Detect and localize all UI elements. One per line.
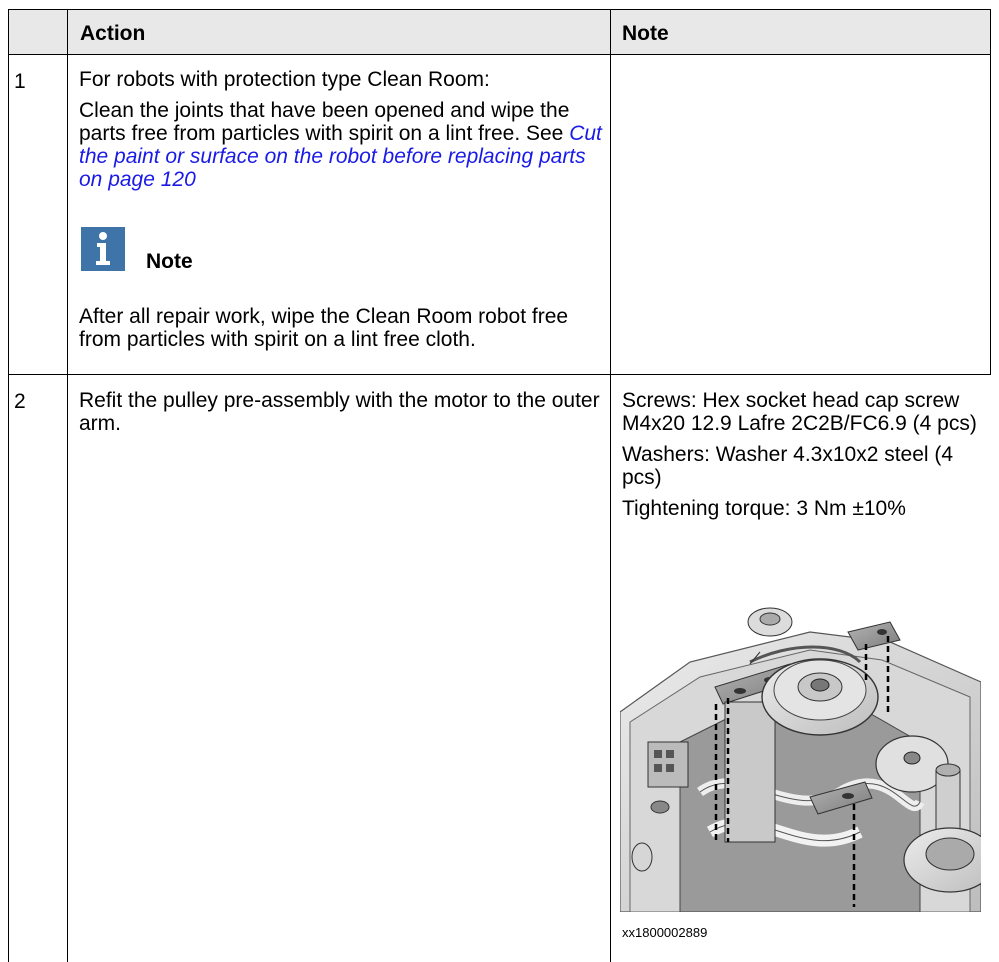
table-header	[8, 9, 990, 54]
row-2-action: Refit the pulley pre-assembly with the m…	[79, 389, 600, 435]
column-divider-1	[67, 9, 68, 962]
header-action: Action	[80, 22, 146, 45]
row-2-number: 2	[14, 390, 26, 413]
row-1-number: 1	[14, 70, 26, 93]
note-box-title: Note	[146, 250, 193, 273]
row-2-note: Screws: Hex socket head cap screw M4x20 …	[622, 389, 982, 520]
procedure-table: Action Note 1 For robots with protection…	[0, 0, 999, 962]
header-note: Note	[622, 22, 669, 45]
header-bottom-border	[8, 54, 991, 55]
table-top-border	[8, 9, 991, 10]
pulley-assembly-figure	[620, 592, 981, 912]
note-box-body: After all repair work, wipe the Clean Ro…	[79, 305, 569, 351]
column-divider-2	[610, 9, 611, 962]
figure-caption: xx1800002889	[622, 925, 708, 940]
row-1-action-body-text: Clean the joints that have been opened a…	[79, 99, 570, 145]
note-torque: Tightening torque: 3 Nm ±10%	[622, 497, 906, 520]
row-1-action: For robots with protection type Clean Ro…	[79, 68, 604, 191]
table-border-left	[8, 9, 9, 962]
note-screws: Screws: Hex socket head cap screw M4x20 …	[622, 389, 977, 435]
row-1-action-lead: For robots with protection type Clean Ro…	[79, 68, 490, 91]
table-border-right	[990, 9, 991, 375]
note-washers: Washers: Washer 4.3x10x2 steel (4 pcs)	[622, 443, 954, 489]
row-1-action-body: Clean the joints that have been opened a…	[79, 99, 604, 191]
row-divider-1	[8, 374, 991, 375]
info-i-icon	[81, 227, 125, 271]
